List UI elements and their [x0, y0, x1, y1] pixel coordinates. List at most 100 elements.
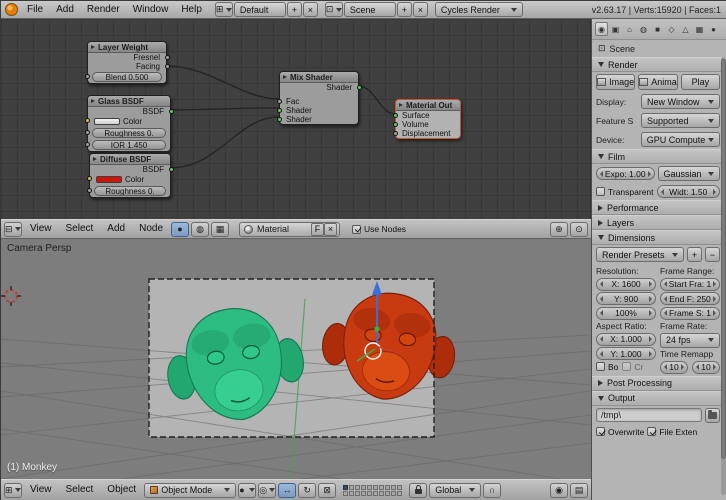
section-post-processing[interactable]: Post Processing	[592, 375, 726, 391]
unlink-material-button[interactable]: ×	[324, 222, 337, 236]
fake-user-button[interactable]: F	[311, 222, 324, 236]
aspect-y-slider[interactable]: Y: 1.000	[596, 347, 656, 360]
screen-layout-selector[interactable]: Default	[233, 2, 286, 17]
material-preview-icon[interactable]	[244, 224, 253, 234]
section-layers[interactable]: Layers	[592, 215, 726, 230]
tab-render-layers[interactable]: ▣	[609, 22, 622, 36]
device-select[interactable]: GPU Compute	[641, 132, 720, 147]
input-socket-color[interactable]	[86, 176, 92, 181]
frame-step-slider[interactable]: Frame S: 1	[660, 306, 720, 320]
menu-render[interactable]: Render	[81, 1, 126, 19]
node-material-output[interactable]: Material Out Surface Volume Displacement	[392, 99, 461, 139]
pivot-point-select[interactable]: ◎	[258, 482, 277, 498]
menu-select[interactable]: Select	[60, 220, 100, 238]
menu-select[interactable]: Select	[60, 481, 100, 499]
render-presets-select[interactable]: Render Presets	[596, 247, 684, 262]
tab-world[interactable]: ◍	[637, 22, 650, 36]
layer-cell[interactable]	[361, 490, 367, 496]
add-preset-button[interactable]: +	[687, 247, 702, 262]
layer-cell[interactable]	[355, 484, 361, 490]
node-title[interactable]: Material Out	[396, 100, 460, 111]
delete-scene-button[interactable]: ×	[412, 2, 428, 17]
remap-old-slider[interactable]: 10	[660, 360, 688, 374]
input-socket-shader2[interactable]	[276, 117, 282, 122]
layer-cell[interactable]	[361, 484, 367, 490]
node-mix-shader[interactable]: Mix Shader Shader Fac Shader Shader	[276, 71, 362, 125]
output-socket-fresnel[interactable]	[164, 55, 170, 60]
node-title[interactable]: Layer Weight	[88, 42, 166, 53]
editor-type-icon[interactable]: ⊞	[4, 482, 22, 498]
border-checkbox[interactable]: Bo	[596, 362, 618, 372]
menu-add[interactable]: Add	[101, 220, 131, 238]
output-socket-shader[interactable]	[356, 85, 362, 90]
node-diffuse-bsdf[interactable]: Diffuse BSDF BSDF Color Roughness 0.	[86, 153, 174, 198]
output-socket-bsdf[interactable]	[168, 167, 174, 172]
roughness-slider[interactable]: Roughness 0.	[94, 186, 166, 196]
viewport-3d[interactable]: Camera Persp (1) Monkey	[1, 239, 591, 479]
layer-cell[interactable]	[379, 490, 385, 496]
section-performance[interactable]: Performance	[592, 200, 726, 215]
menu-view[interactable]: View	[24, 481, 58, 499]
input-socket-roughness[interactable]	[86, 188, 92, 193]
input-socket-color[interactable]	[84, 118, 90, 123]
manipulator-translate-toggle[interactable]: ↔	[278, 482, 297, 498]
opengl-render-anim-button[interactable]: ▤	[570, 482, 588, 498]
manipulator-scale-toggle[interactable]: ⊠	[318, 482, 337, 498]
tab-object[interactable]: ■	[651, 22, 664, 36]
add-scene-button[interactable]: +	[396, 2, 412, 17]
section-dimensions[interactable]: Dimensions	[592, 230, 726, 245]
layer-cell[interactable]	[379, 484, 385, 490]
manipulator-green-handle[interactable]	[374, 326, 380, 332]
layer-cell[interactable]	[385, 490, 391, 496]
menu-add[interactable]: Add	[50, 1, 80, 19]
node-title[interactable]: Diffuse BSDF	[90, 154, 170, 165]
color-swatch[interactable]	[96, 176, 122, 183]
input-socket-volume[interactable]	[392, 122, 398, 127]
scrollbar-thumb[interactable]	[721, 59, 726, 459]
section-render[interactable]: Render	[592, 57, 726, 72]
output-path-field[interactable]: /tmp\	[596, 408, 702, 422]
layer-cell[interactable]	[355, 490, 361, 496]
menu-object[interactable]: Object	[101, 481, 142, 499]
node-glass-bsdf[interactable]: Glass BSDF BSDF Color Roughness 0. IOR 1…	[84, 95, 174, 152]
menu-help[interactable]: Help	[175, 1, 208, 19]
display-select[interactable]: New Window	[641, 94, 720, 109]
layer-cell[interactable]	[397, 484, 403, 490]
overwrite-checkbox[interactable]: Overwrite	[596, 427, 644, 437]
layer-cell[interactable]	[373, 484, 379, 490]
tab-modifiers[interactable]: ◇	[665, 22, 678, 36]
add-layout-button[interactable]: +	[286, 2, 302, 17]
render-engine-select[interactable]: Cycles Render	[434, 2, 523, 17]
ior-slider[interactable]: IOR 1.450	[92, 140, 166, 150]
layer-cell[interactable]	[367, 484, 373, 490]
shader-nodes-toggle[interactable]: ●	[171, 221, 189, 237]
input-socket-displacement[interactable]	[392, 131, 398, 136]
file-extensions-checkbox[interactable]: File Exten	[647, 427, 697, 437]
layer-cell[interactable]	[373, 490, 379, 496]
menu-view[interactable]: View	[24, 220, 58, 238]
resolution-y-slider[interactable]: Y: 900	[596, 292, 656, 305]
lock-to-scene-toggle[interactable]	[409, 482, 428, 498]
filter-type-select[interactable]: Gaussian	[657, 166, 720, 181]
menu-node[interactable]: Node	[133, 220, 169, 238]
transparent-checkbox[interactable]: Transparent	[596, 187, 654, 197]
node-title[interactable]: Glass BSDF	[88, 96, 170, 107]
input-socket-blend[interactable]	[84, 74, 90, 79]
node-layer-weight[interactable]: Layer Weight Fresnel Facing Blend 0.500	[84, 41, 170, 84]
viewport-canvas[interactable]	[1, 239, 591, 479]
layer-cell[interactable]	[391, 490, 397, 496]
layer-cell[interactable]	[391, 484, 397, 490]
layer-cell[interactable]	[397, 490, 403, 496]
layer-cell[interactable]	[343, 490, 349, 496]
tab-scene[interactable]: ⌂	[623, 22, 636, 36]
render-animation-button[interactable]: Anima	[638, 74, 678, 90]
menu-window[interactable]: Window	[127, 1, 175, 19]
tab-texture[interactable]: ●	[707, 22, 720, 36]
snap-magnet-toggle[interactable]: ∩	[483, 482, 502, 498]
layer-cell[interactable]	[349, 484, 355, 490]
delete-layout-button[interactable]: ×	[302, 2, 318, 17]
crop-checkbox[interactable]: Cr	[622, 362, 643, 372]
aspect-x-slider[interactable]: X: 1.000	[596, 332, 656, 346]
frame-end-slider[interactable]: End F: 250	[660, 292, 720, 305]
pin-icon[interactable]: ⊙	[570, 221, 588, 237]
